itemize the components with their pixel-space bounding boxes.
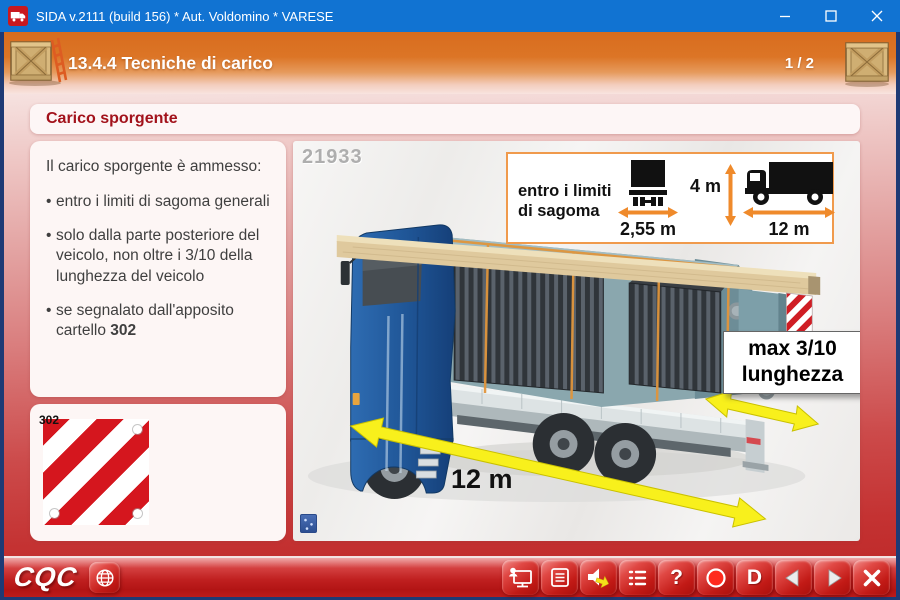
section-title-bar: Carico sporgente: [30, 104, 860, 134]
audio-button[interactable]: [580, 560, 617, 595]
monitor-user-icon: [508, 566, 534, 590]
bullet-item: solo dalla parte posteriore del veicolo,…: [46, 226, 278, 286]
truck-rear-icon: [628, 160, 668, 206]
bullet-item: se segnalato dall'apposito cartello 302: [46, 301, 278, 341]
sign-hole: [133, 509, 142, 518]
text-summary-button[interactable]: [541, 560, 578, 595]
height-limit-figure: 4 m: [690, 162, 737, 228]
record-button[interactable]: [697, 560, 734, 595]
crate-icon: [840, 39, 894, 92]
width-value: 2,55 m: [620, 219, 676, 240]
lesson-content: Carico sporgente Il carico sporgente è a…: [4, 94, 896, 556]
sign-302-protruding-load: [43, 419, 149, 525]
bullet-item: entro i limiti di sagoma generali: [46, 192, 278, 212]
illustration-panel: 21933 entro i limiti di sagoma: [293, 141, 860, 541]
next-arrow-icon: [821, 566, 845, 590]
question-mark-icon: ?: [670, 567, 683, 588]
previous-arrow-icon: [782, 566, 806, 590]
height-arrow-icon: [724, 162, 737, 228]
maximize-button[interactable]: [808, 0, 854, 32]
truck-side-icon: [741, 160, 837, 206]
sign-panel: 302: [30, 404, 286, 541]
index-list-button[interactable]: [619, 560, 656, 595]
title-bar: SIDA v.2111 (build 156) * Aut. Voldomino…: [0, 0, 900, 32]
list-icon: [626, 566, 650, 590]
document-icon: [548, 566, 572, 590]
width-limit-figure: 2,55 m: [612, 160, 684, 240]
previous-button[interactable]: [775, 560, 812, 595]
window-title: SIDA v.2111 (build 156) * Aut. Voldomino…: [36, 9, 333, 24]
limits-caption: entro i limiti di sagoma: [518, 182, 612, 222]
total-length-label: 12 m: [451, 464, 513, 495]
speaker-icon: [586, 566, 612, 590]
close-icon: [860, 566, 884, 590]
intro-text: Il carico sporgente è ammesso:: [46, 157, 278, 177]
sign-hole: [133, 425, 142, 434]
sida-stamp-icon: [300, 514, 317, 533]
lesson-header: 13.4.4 Tecniche di carico 1 / 2: [4, 32, 896, 94]
globe-icon: [94, 567, 116, 589]
letter-d-icon: D: [747, 567, 762, 588]
app-truck-icon: [8, 6, 28, 26]
record-icon: [704, 566, 728, 590]
length-arrow-icon: [741, 206, 837, 219]
next-button[interactable]: [814, 560, 851, 595]
sign-hole: [50, 509, 59, 518]
crate-ladder-icon: [7, 36, 69, 93]
bottom-toolbar: CQC: [4, 556, 896, 597]
length-limit-figure: 12 m: [739, 160, 839, 240]
help-button[interactable]: ?: [658, 560, 695, 595]
cqc-logo: CQC: [12, 562, 79, 593]
globe-button[interactable]: [89, 562, 120, 593]
height-value: 4 m: [690, 176, 721, 197]
limits-info-box: entro i limiti di sagoma: [506, 152, 834, 244]
length-value: 12 m: [769, 219, 810, 240]
classroom-monitor-button[interactable]: [502, 560, 539, 595]
dictionary-button[interactable]: D: [736, 560, 773, 595]
max-length-box: max 3/10 lunghezza: [723, 331, 860, 394]
lesson-title: 13.4.4 Tecniche di carico: [68, 53, 273, 74]
lesson-text-panel: Il carico sporgente è ammesso: entro i l…: [30, 141, 286, 397]
exit-button[interactable]: [853, 560, 890, 595]
minimize-button[interactable]: [762, 0, 808, 32]
sign-number-label: 302: [39, 413, 59, 427]
image-id-watermark: 21933: [302, 146, 363, 169]
section-title: Carico sporgente: [46, 110, 178, 128]
app-window: SIDA v.2111 (build 156) * Aut. Voldomino…: [0, 0, 900, 600]
close-window-button[interactable]: [854, 0, 900, 32]
bullet-list: entro i limiti di sagoma generali solo d…: [46, 192, 278, 341]
width-arrow-icon: [616, 206, 680, 219]
